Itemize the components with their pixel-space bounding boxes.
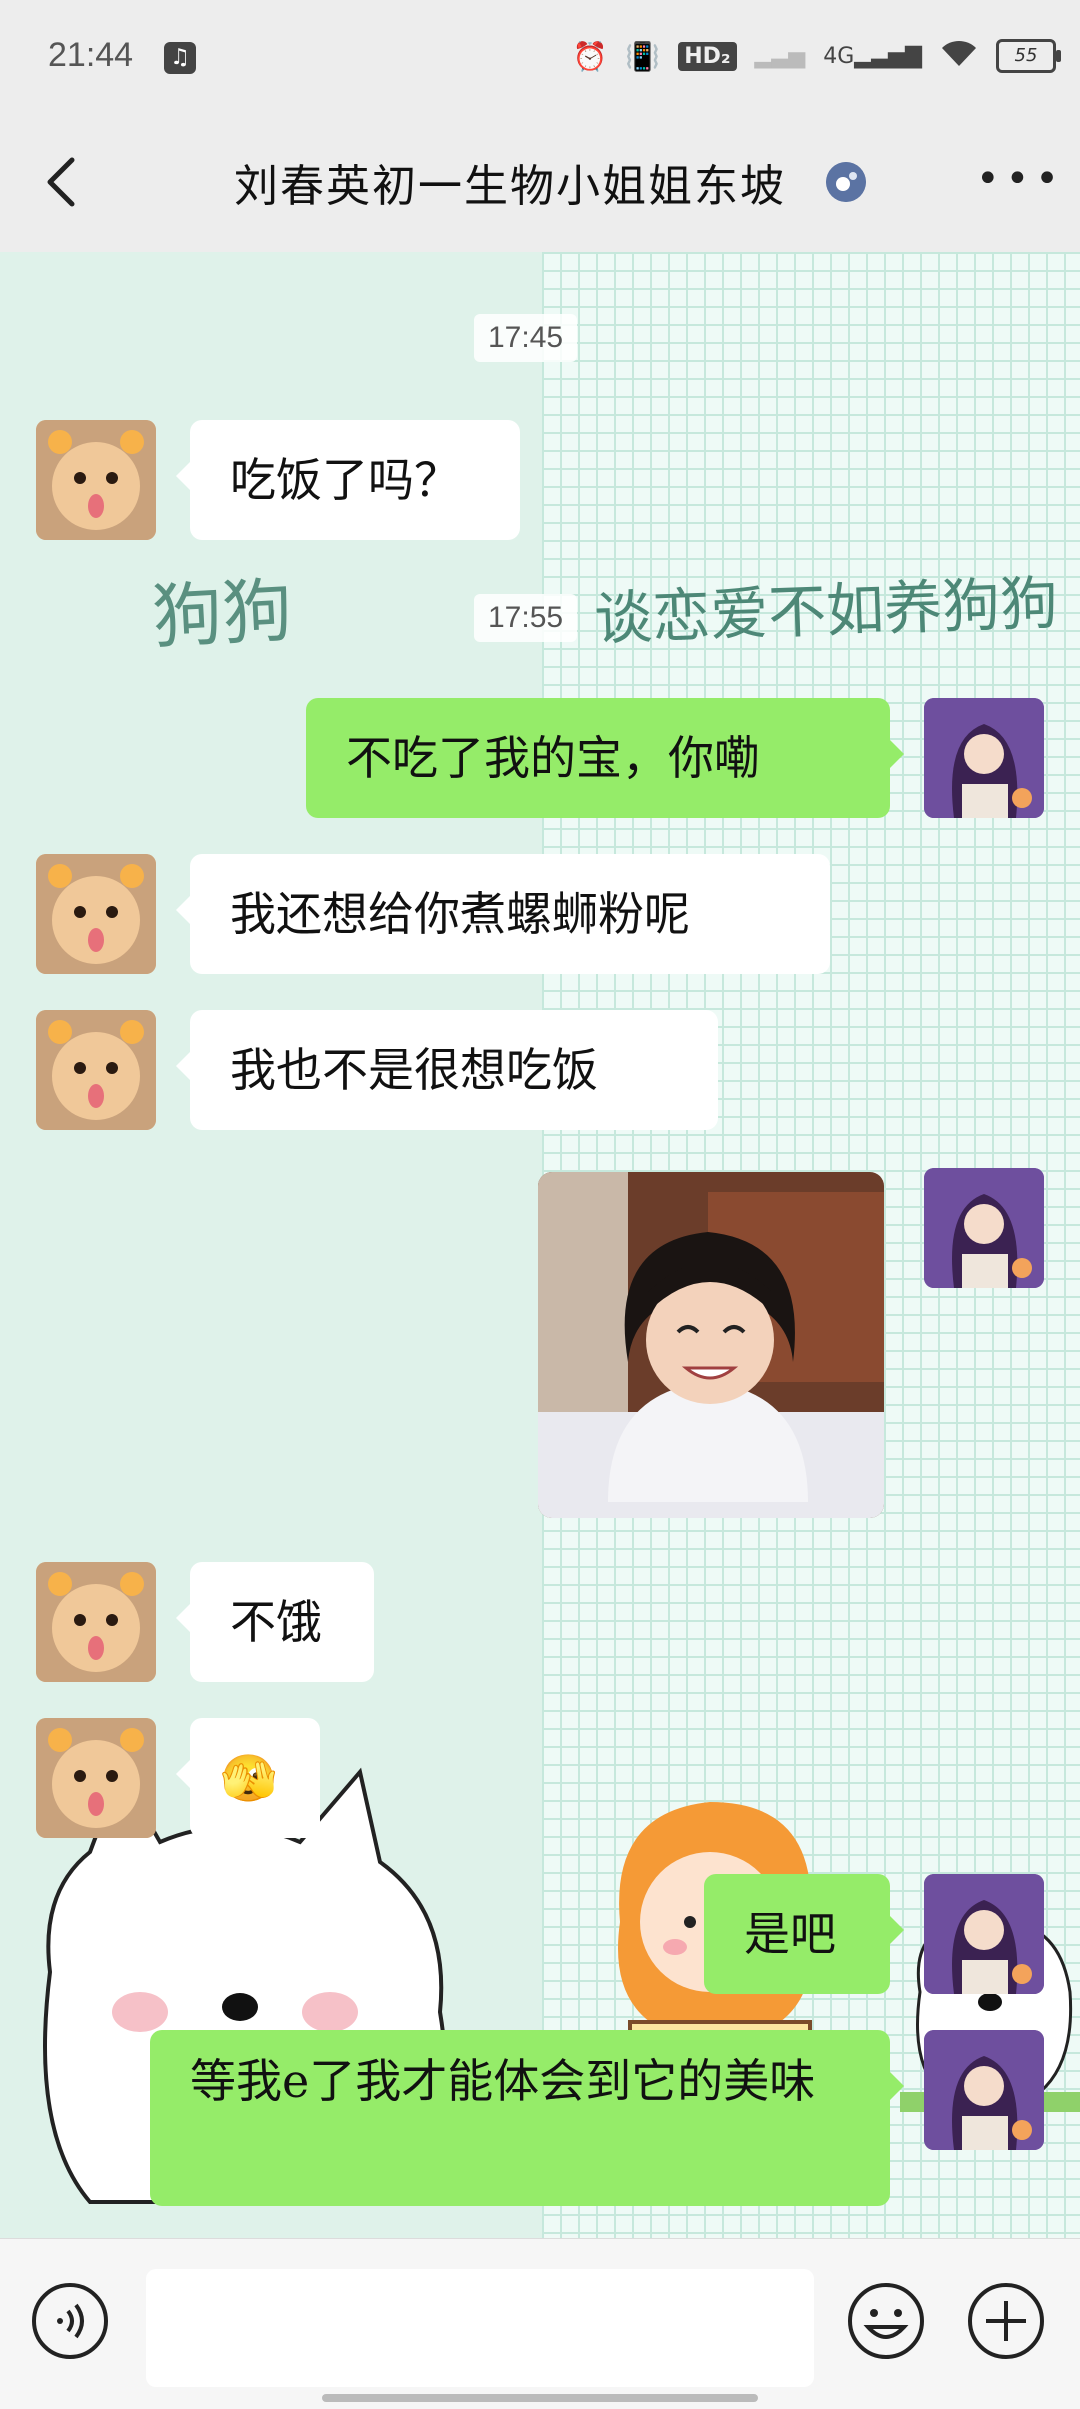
contact-avatar[interactable]	[36, 1562, 156, 1682]
plus-icon[interactable]	[966, 2281, 1046, 2361]
self-avatar[interactable]	[924, 1874, 1044, 1994]
music-icon: ♫	[164, 42, 196, 74]
message-bubble-incoming[interactable]: 吃饭了吗？	[176, 420, 520, 540]
timestamp: 17:55	[474, 594, 578, 642]
signal-4g-icon: 4G▂▃▅▇	[823, 43, 922, 69]
timestamp: 17:45	[474, 314, 578, 362]
contact-avatar[interactable]	[36, 1010, 156, 1130]
message-bubble-outgoing[interactable]: 不吃了我的宝，你嘞	[306, 698, 904, 818]
contact-avatar[interactable]	[36, 1718, 156, 1838]
hd-icon: HD₂	[678, 41, 737, 71]
self-avatar[interactable]	[924, 2030, 1044, 2150]
home-indicator[interactable]	[322, 2394, 758, 2402]
battery-icon: 55	[996, 39, 1061, 73]
message-input[interactable]	[146, 2269, 814, 2387]
status-bar: 21:44 ♫ ⏰ 📳 HD₂ ▂▃▅ 4G▂▃▅▇ 55	[0, 0, 1080, 118]
self-avatar[interactable]	[924, 698, 1044, 818]
signal-weak-icon: ▂▃▅	[754, 43, 806, 69]
wifi-icon	[940, 38, 978, 75]
contact-avatar[interactable]	[36, 420, 156, 540]
message-bubble-incoming[interactable]: 不饿	[176, 1562, 374, 1682]
message-bubble-incoming[interactable]: 我也不是很想吃饭	[176, 1010, 718, 1130]
contact-avatar[interactable]	[36, 854, 156, 974]
chat-title: 刘春英初一生物小姐姐东坡	[234, 161, 786, 212]
status-time: 21:44	[48, 36, 134, 74]
image-message[interactable]	[538, 1172, 884, 1518]
profile-badge-icon	[826, 162, 866, 202]
message-bubble-incoming[interactable]: 我还想给你煮螺蛳粉呢	[176, 854, 830, 974]
more-options-icon[interactable]: •••	[976, 159, 1059, 210]
input-bar	[0, 2238, 1080, 2409]
emoji-icon[interactable]	[846, 2281, 926, 2361]
alarm-icon: ⏰	[572, 39, 608, 73]
status-icons: ⏰ 📳 HD₂ ▂▃▅ 4G▂▃▅▇ 55	[572, 34, 1061, 78]
wallpaper-text-dogs: 狗狗	[150, 569, 295, 659]
vibrate-icon: 📳	[625, 39, 661, 73]
self-avatar[interactable]	[924, 1168, 1044, 1288]
back-arrow-icon[interactable]	[34, 152, 94, 212]
chat-area[interactable]: 狗狗 谈恋爱不如养狗狗 17:45 17:55 吃饭了吗？ 不吃了我的宝，你嘞	[0, 252, 1080, 2238]
chat-header: 刘春英初一生物小姐姐东坡 •••	[0, 118, 1080, 253]
message-bubble-outgoing[interactable]: 等我e了我才能体会到它的美味	[150, 2030, 904, 2206]
wallpaper-text-slogan: 谈恋爱不如养狗狗	[593, 568, 1060, 654]
message-bubble-outgoing[interactable]: 是吧	[704, 1874, 904, 1994]
message-bubble-emoji[interactable]: 🫣	[176, 1718, 320, 1838]
voice-input-icon[interactable]	[30, 2281, 110, 2361]
